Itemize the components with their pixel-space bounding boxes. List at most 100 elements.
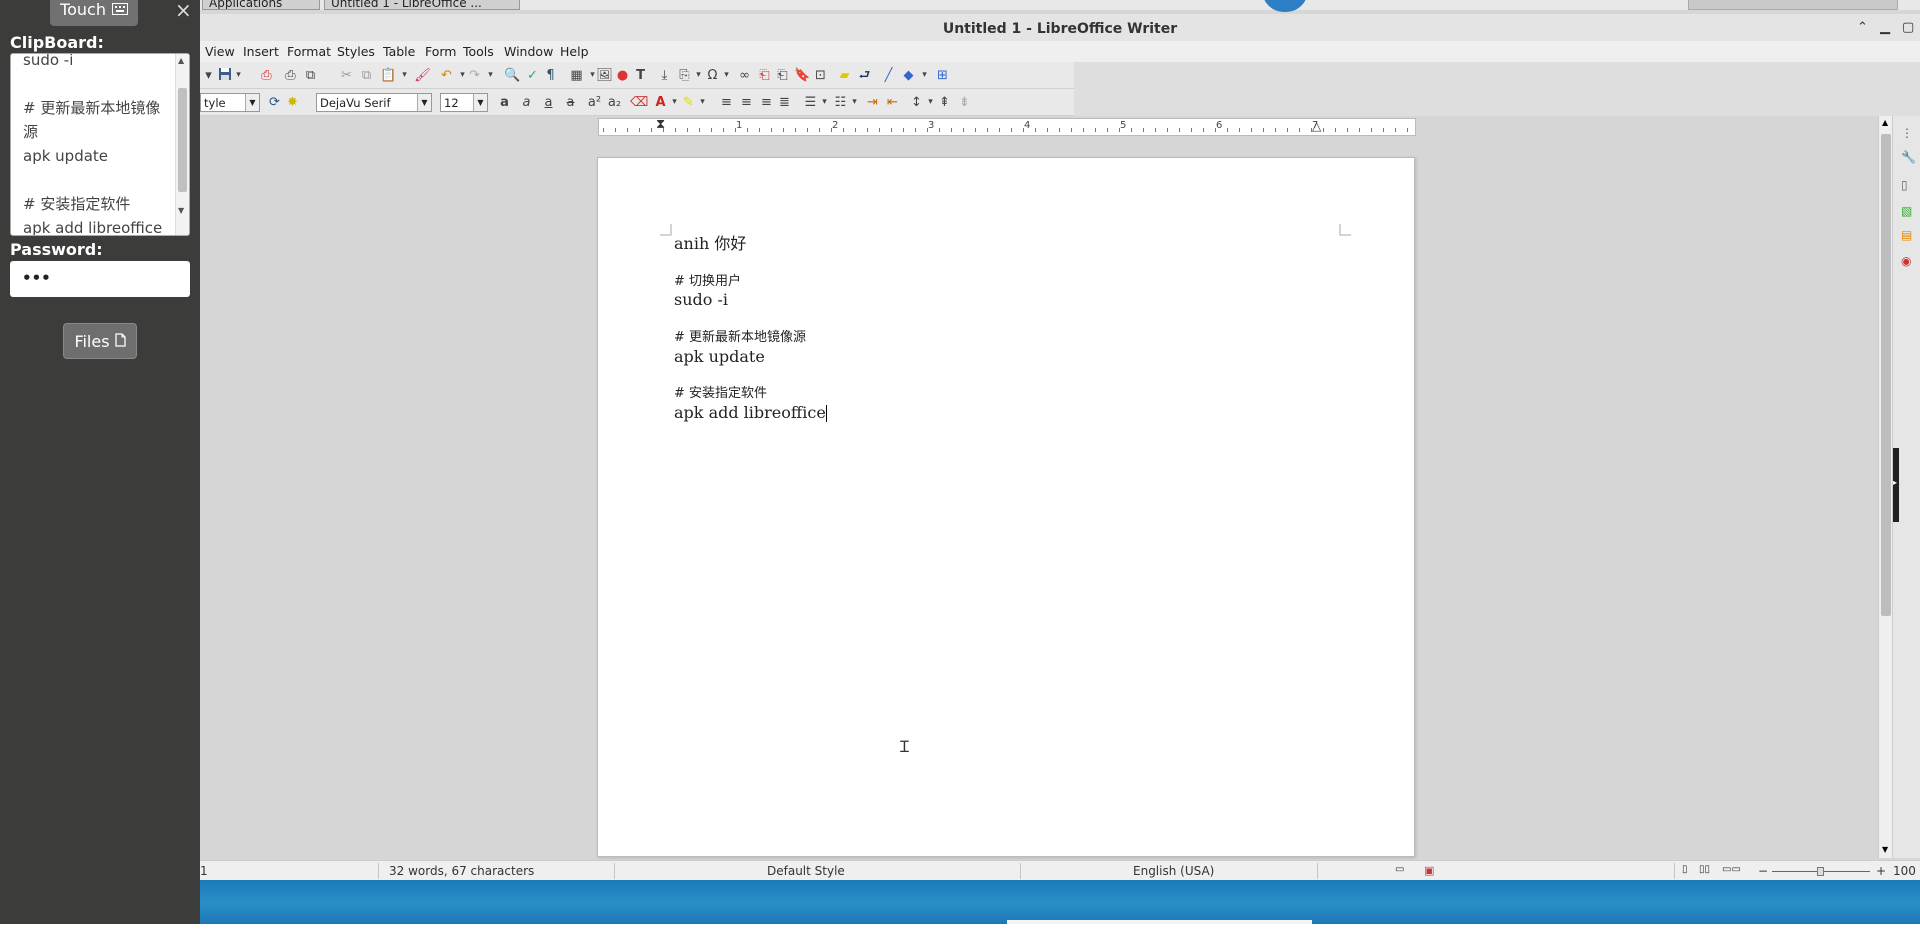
menu-form[interactable]: Form bbox=[425, 44, 457, 59]
menu-format[interactable]: Format bbox=[287, 44, 331, 59]
touch-keyboard-button[interactable]: Touch bbox=[50, 0, 138, 26]
menu-insert[interactable]: Insert bbox=[243, 44, 279, 59]
zoom-slider-thumb[interactable] bbox=[1817, 867, 1824, 876]
document-line[interactable]: # 更新最新本地镜像源 bbox=[674, 329, 827, 348]
vertical-scrollbar[interactable]: ▲ ▼ bbox=[1878, 116, 1892, 858]
formatting-marks-icon[interactable]: ¶ bbox=[542, 67, 559, 84]
basic-shapes-icon[interactable]: ◆ bbox=[900, 67, 917, 84]
zoom-level[interactable]: 100 bbox=[1893, 864, 1916, 878]
draw-functions-icon[interactable]: ⊞ bbox=[934, 67, 951, 84]
document-modified-icon[interactable]: ▣ bbox=[1424, 864, 1434, 877]
underline-icon[interactable]: a bbox=[540, 94, 557, 111]
print-icon[interactable]: ⎙ bbox=[282, 67, 299, 84]
document-line[interactable]: anih 你好 bbox=[674, 234, 827, 254]
page-count[interactable]: 1 bbox=[200, 864, 208, 878]
redo-dropdown-icon[interactable]: ▾ bbox=[482, 67, 499, 84]
document-blank-line[interactable] bbox=[674, 254, 827, 273]
decrease-paragraph-spacing-icon[interactable]: ⇟ bbox=[956, 94, 973, 111]
document-blank-line[interactable] bbox=[674, 367, 827, 386]
taskbar-item-writer[interactable]: Untitled 1 - LibreOffice ... bbox=[324, 0, 520, 10]
menu-view[interactable]: View bbox=[205, 44, 235, 59]
scroll-up-icon[interactable]: ▲ bbox=[1882, 118, 1888, 127]
endnote-icon[interactable]: ⎗ bbox=[774, 67, 791, 84]
insert-textbox-icon[interactable]: T bbox=[632, 67, 649, 84]
italic-icon[interactable]: a bbox=[518, 94, 535, 111]
comment-icon[interactable]: ▰ bbox=[836, 67, 853, 84]
chevron-up-icon[interactable]: ⌃ bbox=[1857, 20, 1868, 35]
navigator-icon[interactable]: ◉ bbox=[1901, 254, 1917, 270]
font-name-combo[interactable]: DejaVu Serif ▼ bbox=[316, 93, 432, 112]
clipboard-scroll-thumb[interactable] bbox=[178, 88, 187, 192]
close-icon[interactable]: × bbox=[175, 0, 192, 22]
document-blank-line[interactable] bbox=[674, 310, 827, 329]
password-input[interactable]: ••• bbox=[10, 261, 190, 297]
subscript-icon[interactable]: a₂ bbox=[606, 94, 623, 111]
menu-table[interactable]: Table bbox=[383, 44, 415, 59]
right-indent-marker-icon[interactable]: △ bbox=[1312, 119, 1321, 133]
export-pdf-icon[interactable]: ⎙ bbox=[258, 67, 275, 84]
menu-styles[interactable]: Styles bbox=[337, 44, 375, 59]
document-line[interactable]: apk update bbox=[674, 347, 827, 367]
print-preview-icon[interactable]: ⧉ bbox=[302, 67, 319, 84]
single-page-view-icon[interactable]: ▯ bbox=[1682, 864, 1688, 875]
track-changes-icon[interactable]: ⮐ bbox=[856, 67, 873, 84]
redo-icon[interactable]: ↷ bbox=[466, 67, 483, 84]
unordered-list-dropdown-icon[interactable]: ▾ bbox=[816, 94, 833, 111]
increase-paragraph-spacing-icon[interactable]: ⇞ bbox=[936, 94, 953, 111]
bookmark-icon[interactable]: 🔖 bbox=[794, 67, 811, 84]
align-right-icon[interactable]: ≡ bbox=[758, 94, 775, 111]
page-break-icon[interactable]: ⤓ bbox=[656, 67, 673, 84]
sidebar-collapse-handle[interactable]: ▸ bbox=[1893, 448, 1899, 522]
copy-icon[interactable]: ⧉ bbox=[358, 67, 375, 84]
decrease-indent-icon[interactable]: ⇤ bbox=[884, 94, 901, 111]
footnote-icon[interactable]: ⎗ bbox=[756, 67, 773, 84]
clone-formatting-icon[interactable]: 🖌 bbox=[414, 67, 431, 84]
undo-icon[interactable]: ↶ bbox=[438, 67, 455, 84]
multi-page-view-icon[interactable]: ▯▯ bbox=[1699, 864, 1710, 875]
clear-formatting-icon[interactable]: ⌫ bbox=[630, 94, 648, 111]
insert-line-icon[interactable]: ╱ bbox=[880, 67, 897, 84]
new-style-icon[interactable]: ✸ bbox=[284, 94, 301, 111]
sidebar-menu-icon[interactable]: ⋮ bbox=[1901, 126, 1917, 142]
document-body[interactable]: anih 你好 # 切换用户 sudo -i # 更新最新本地镜像源 apk updat… bbox=[674, 234, 827, 423]
files-button[interactable]: Files bbox=[63, 323, 137, 359]
page-style[interactable]: Default Style bbox=[767, 864, 845, 878]
paste-icon[interactable]: 📋 bbox=[380, 67, 397, 84]
zoom-in-icon[interactable]: + bbox=[1876, 864, 1886, 878]
spelling-icon[interactable]: ✓ bbox=[524, 67, 541, 84]
properties-icon[interactable]: 🔧 bbox=[1901, 150, 1917, 166]
document-line[interactable]: # 切换用户 bbox=[674, 273, 827, 292]
ordered-list-dropdown-icon[interactable]: ▾ bbox=[846, 94, 863, 111]
page-icon[interactable]: ▯ bbox=[1901, 178, 1917, 194]
vertical-scroll-thumb[interactable] bbox=[1881, 134, 1891, 616]
document-line[interactable]: # 安装指定软件 bbox=[674, 385, 827, 404]
insert-table-icon[interactable]: ▦ bbox=[568, 67, 585, 84]
find-replace-icon[interactable]: 🔍 bbox=[504, 67, 521, 84]
scroll-up-icon[interactable]: ▲ bbox=[178, 56, 184, 65]
horizontal-ruler[interactable]: ⧗ 1 2 3 4 5 6 7 △ bbox=[598, 117, 1416, 136]
align-left-icon[interactable]: ≡ bbox=[718, 94, 735, 111]
chevron-down-icon[interactable]: ▼ bbox=[473, 94, 487, 111]
save-dropdown-icon[interactable]: ▾ bbox=[230, 67, 247, 84]
clipboard-scrollbar[interactable]: ▲ ▼ bbox=[175, 54, 189, 235]
chevron-down-icon[interactable]: ▼ bbox=[417, 94, 431, 111]
hyperlink-icon[interactable]: ∞ bbox=[736, 67, 753, 84]
clipboard-content[interactable]: sudo -i # 更新最新本地镜像源 apk update # 安装指定软件 … bbox=[23, 54, 173, 235]
zoom-out-icon[interactable]: − bbox=[1758, 864, 1768, 878]
gallery-icon[interactable]: ▤ bbox=[1901, 228, 1917, 244]
document-line[interactable]: apk add libreoffice bbox=[674, 403, 827, 423]
styles-icon[interactable]: ▧ bbox=[1901, 204, 1917, 220]
document-page[interactable]: anih 你好 # 切换用户 sudo -i # 更新最新本地镜像源 apk updat… bbox=[597, 157, 1415, 857]
language[interactable]: English (USA) bbox=[1133, 864, 1214, 878]
minimize-icon[interactable]: ▁ bbox=[1880, 20, 1890, 35]
menu-tools[interactable]: Tools bbox=[463, 44, 494, 59]
scroll-down-icon[interactable]: ▼ bbox=[1882, 845, 1888, 854]
document-line[interactable]: sudo -i bbox=[674, 291, 827, 310]
insert-chart-icon[interactable]: ● bbox=[614, 67, 631, 84]
paste-dropdown-icon[interactable]: ▾ bbox=[396, 67, 413, 84]
word-count[interactable]: 32 words, 67 characters bbox=[389, 864, 534, 878]
font-size-combo[interactable]: 12 ▼ bbox=[440, 93, 488, 112]
chevron-down-icon[interactable]: ▼ bbox=[245, 94, 259, 111]
special-char-dropdown-icon[interactable]: ▾ bbox=[718, 67, 735, 84]
menu-help[interactable]: Help bbox=[560, 44, 589, 59]
